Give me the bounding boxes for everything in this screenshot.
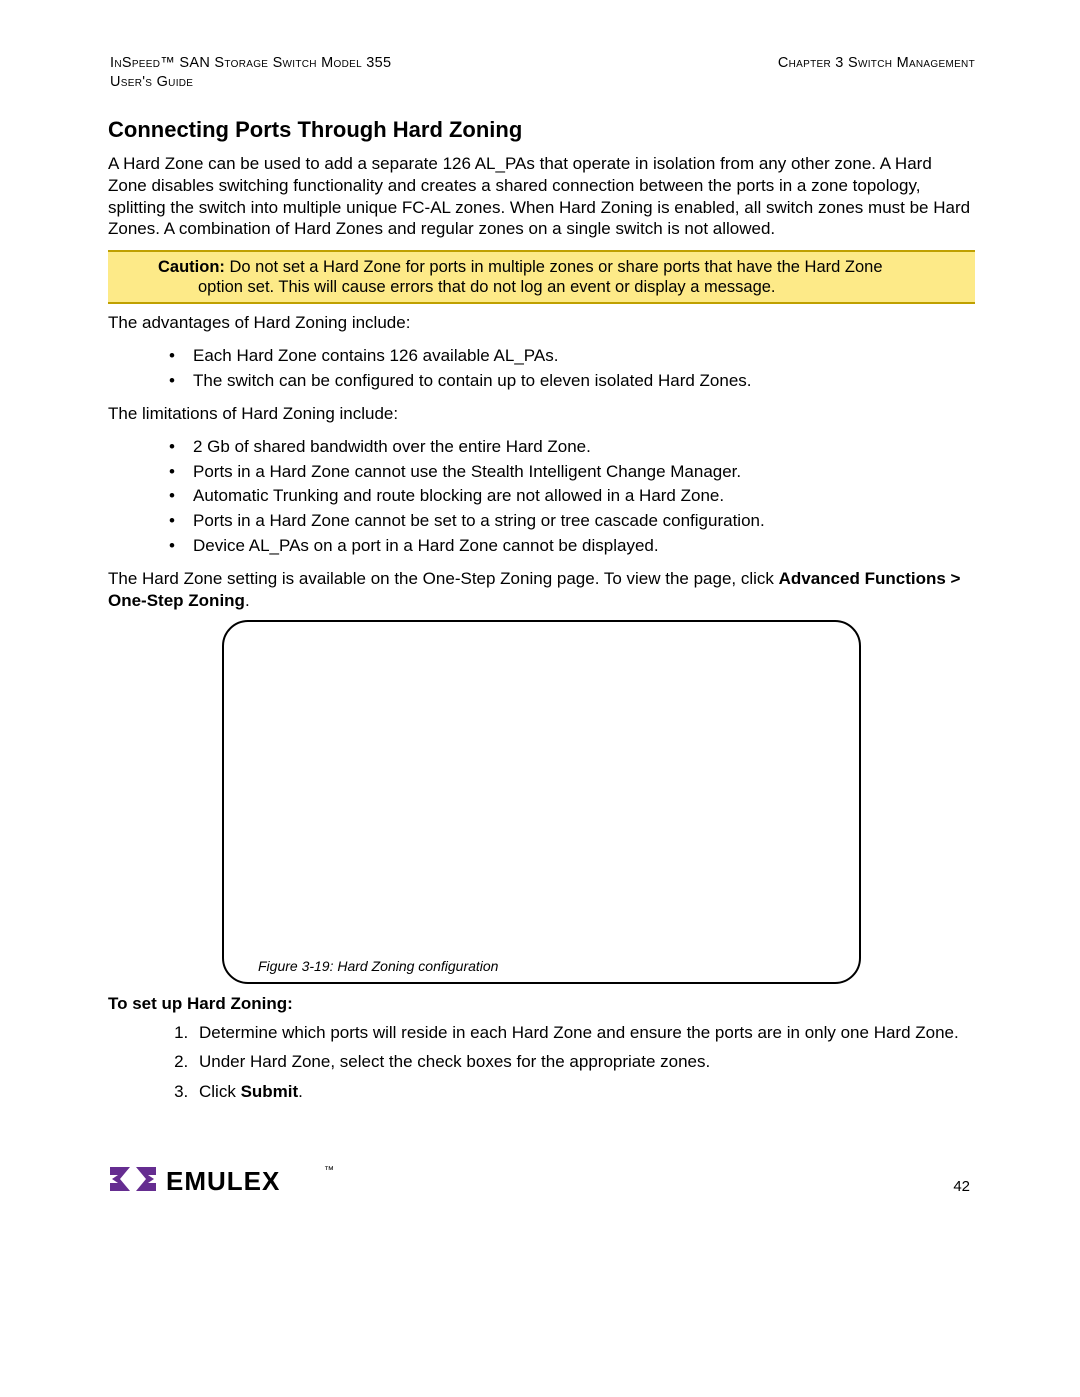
step-item: Determine which ports will reside in eac… bbox=[193, 1020, 975, 1046]
advantages-list: Each Hard Zone contains 126 available AL… bbox=[108, 344, 975, 393]
navpath-prefix: The Hard Zone setting is available on th… bbox=[108, 569, 779, 588]
step-item: Click Submit. bbox=[193, 1079, 975, 1105]
step-bold: Submit bbox=[241, 1082, 299, 1101]
caution-line2: option set. This will cause errors that … bbox=[158, 277, 925, 297]
navpath-suffix: . bbox=[245, 591, 250, 610]
limitations-lead: The limitations of Hard Zoning include: bbox=[108, 403, 975, 425]
intro-paragraph: A Hard Zone can be used to add a separat… bbox=[108, 153, 975, 240]
list-item: Automatic Trunking and route blocking ar… bbox=[193, 484, 975, 509]
caution-line1: Do not set a Hard Zone for ports in mult… bbox=[225, 258, 883, 276]
list-item: 2 Gb of shared bandwidth over the entire… bbox=[193, 435, 975, 460]
figure-caption: Figure 3-19: Hard Zoning configuration bbox=[258, 958, 498, 974]
header-guide: User's Guide bbox=[110, 74, 586, 90]
page-number: 42 bbox=[953, 1178, 970, 1195]
page-header: InSpeed™ SAN Storage Switch Model 355 Us… bbox=[110, 55, 975, 90]
document-page: InSpeed™ SAN Storage Switch Model 355 Us… bbox=[0, 0, 1080, 1397]
section-title: Connecting Ports Through Hard Zoning bbox=[108, 117, 975, 143]
list-item: The switch can be configured to contain … bbox=[193, 369, 975, 394]
emulex-logo-icon: EMULEX ™ bbox=[108, 1159, 338, 1199]
emulex-logo: EMULEX ™ bbox=[108, 1159, 338, 1199]
caution-label: Caution: bbox=[158, 258, 225, 276]
page-content: Connecting Ports Through Hard Zoning A H… bbox=[108, 115, 975, 1114]
limitations-list: 2 Gb of shared bandwidth over the entire… bbox=[108, 435, 975, 558]
list-item: Each Hard Zone contains 126 available AL… bbox=[193, 344, 975, 369]
list-item: Ports in a Hard Zone cannot use the Stea… bbox=[193, 460, 975, 485]
advantages-lead: The advantages of Hard Zoning include: bbox=[108, 312, 975, 334]
setup-header: To set up Hard Zoning: bbox=[108, 994, 975, 1014]
header-product: InSpeed™ SAN Storage Switch Model 355 bbox=[110, 55, 391, 71]
step-item: Under Hard Zone, select the check boxes … bbox=[193, 1049, 975, 1075]
caution-text: Caution: Do not set a Hard Zone for port… bbox=[158, 257, 925, 297]
header-left: InSpeed™ SAN Storage Switch Model 355 Us… bbox=[110, 55, 586, 90]
setup-steps: Determine which ports will reside in eac… bbox=[108, 1020, 975, 1105]
step-suffix: . bbox=[298, 1082, 303, 1101]
logo-text: EMULEX bbox=[166, 1166, 280, 1196]
caution-box: Caution: Do not set a Hard Zone for port… bbox=[108, 250, 975, 304]
figure-placeholder: Figure 3-19: Hard Zoning configuration bbox=[222, 620, 861, 984]
logo-trademark: ™ bbox=[324, 1165, 334, 1176]
list-item: Ports in a Hard Zone cannot be set to a … bbox=[193, 509, 975, 534]
header-chapter: Chapter 3 Switch Management bbox=[612, 55, 975, 71]
list-item: Device AL_PAs on a port in a Hard Zone c… bbox=[193, 534, 975, 559]
nav-path: The Hard Zone setting is available on th… bbox=[108, 568, 975, 612]
step-prefix: Click bbox=[199, 1082, 241, 1101]
